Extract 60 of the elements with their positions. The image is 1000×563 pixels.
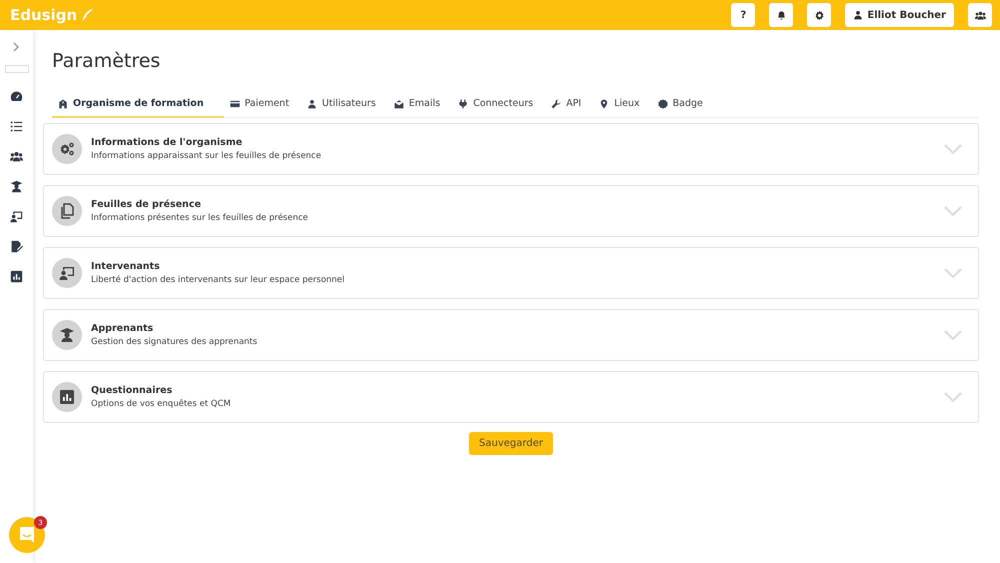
save-button[interactable]: Sauvegarder [469,432,553,455]
settings-panel[interactable]: Questionnaires Options de vos enquêtes et QCM [43,371,979,423]
envelope-icon [394,98,404,108]
graduate-icon [52,320,82,350]
person-icon [307,98,318,108]
chat-icon [18,526,36,544]
copy-icon [52,196,82,226]
logo-text: Edusign [10,6,78,24]
settings-icon [814,10,825,20]
chat-button[interactable] [9,517,45,553]
tab[interactable]: Emails [388,94,452,118]
panel-title: Apprenants [91,323,154,334]
presenter-icon[interactable] [10,210,23,223]
presenter-icon [52,258,82,288]
panel-description: Gestion des signatures des apprenants [91,337,258,347]
building-icon [58,98,68,108]
panel-description: Liberté d'action des intervenants sur leur espace personnel [91,275,346,285]
help-button[interactable]: ? [731,3,756,27]
small-logo-box [4,65,28,73]
user-menu-button[interactable]: Elliot Boucher [845,3,954,27]
feather-icon [81,8,94,22]
badge-icon [658,98,668,108]
notifications-button[interactable] [769,3,794,27]
plug-icon [458,98,468,108]
bell-icon [776,10,787,20]
tab[interactable]: Paiement [224,94,302,118]
tab[interactable]: Connecteurs [452,94,546,118]
group-icon [974,10,986,20]
settings-button[interactable] [807,3,832,27]
page-title: Paramètres [52,50,162,72]
chart-icon [52,382,82,412]
wrench-icon [551,98,562,108]
location-pin-icon [599,98,610,108]
panel-description: Informations présentes sur les feuilles de présence [91,213,309,223]
list-icon[interactable] [10,120,23,133]
chevron-right-icon[interactable] [13,42,20,52]
settings-panel[interactable]: Intervenants Liberté d'action des intervenants sur leur espace personnel [43,247,979,299]
group-icon[interactable] [10,150,23,163]
settings-panel[interactable]: Informations de l'organisme Informations apparaissant sur les feuilles de présence [43,123,979,175]
settings-panel[interactable]: Apprenants Gestion des signatures des apprenants [43,309,979,361]
graduate-icon[interactable] [10,180,23,193]
card-icon [230,98,240,108]
tab[interactable]: API [545,94,594,118]
settings-panel[interactable]: Feuilles de présence Informations présentes sur les feuilles de présence [43,185,979,237]
signature-icon[interactable] [10,240,23,253]
panel-description: Informations apparaissant sur les feuilles de présence [91,151,322,161]
panel-description: Options de vos enquêtes et QCM [91,399,232,409]
gears-icon [52,134,82,164]
panel-title: Intervenants [91,261,161,272]
chart-icon[interactable] [10,270,23,283]
tab[interactable]: Lieux [593,94,652,118]
panel-title: Informations de l'organisme [91,137,244,148]
team-button[interactable] [968,3,992,27]
panel-title: Feuilles de présence [91,199,202,210]
panel-title: Questionnaires [91,385,174,396]
gauge-icon[interactable] [10,90,23,103]
person-icon [853,10,864,20]
tab[interactable]: Badge [652,94,715,118]
tab[interactable]: Organisme de formation [52,94,224,118]
tab[interactable]: Utilisateurs [301,94,388,118]
